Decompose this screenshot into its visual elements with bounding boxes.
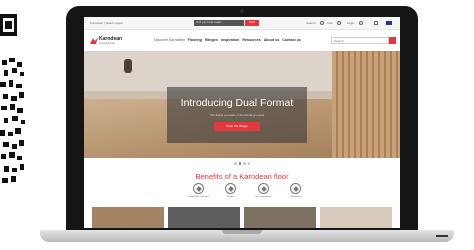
product-thumbnail[interactable] (92, 207, 164, 228)
shop-range-button[interactable]: Shop the Range (214, 122, 260, 131)
product-thumbnail[interactable] (244, 207, 316, 228)
carousel-dot[interactable] (234, 162, 237, 165)
country-flag-icon[interactable] (386, 21, 392, 25)
search-submit-button[interactable] (389, 37, 396, 44)
laptop-notch (222, 230, 262, 234)
carousel-dots (234, 162, 250, 165)
product-thumbnail[interactable] (320, 207, 392, 228)
benefit-label: Low maintenance (254, 196, 272, 198)
main-navigation: Karndean DesignFlooring Discover Karndea… (84, 30, 400, 51)
nav-item-inspiration[interactable]: Inspiration (221, 38, 239, 42)
search-link[interactable]: Search (306, 21, 316, 25)
hero-lamp (124, 59, 132, 73)
carousel-dot-active[interactable] (238, 162, 241, 165)
hero-banner: Introducing Dual Format Two things you w… (84, 51, 400, 158)
benefits-list: Comfortable underfoot Durable Low mainte… (187, 183, 307, 205)
nav-item-resources[interactable]: Resources (242, 38, 260, 42)
product-thumbnails (92, 207, 392, 228)
carousel-dot[interactable] (243, 162, 246, 165)
brand-logo-icon (90, 37, 98, 44)
hero-wood-slats (332, 51, 400, 158)
brand-tagline: DesignFlooring (99, 42, 116, 45)
nav-discover[interactable]: Discover Karndean (154, 38, 185, 42)
nav-item-flooring[interactable]: Flooring (188, 38, 202, 42)
benefit-comfort: Comfortable underfoot (187, 183, 209, 205)
hero-title: Introducing Dual Format (180, 97, 294, 109)
benefit-maintenance: Low maintenance (252, 183, 274, 205)
user-icon[interactable] (359, 21, 363, 25)
cart-link[interactable]: Cart (327, 21, 333, 25)
laptop-screen: Karndean | Select region Find your local… (84, 17, 400, 228)
comfort-icon (192, 183, 204, 194)
hero-subtitle: Two things you want, in the format you w… (209, 113, 265, 117)
basket-icon[interactable] (374, 21, 378, 25)
maintenance-icon (257, 183, 269, 194)
brand-logo[interactable]: Karndean DesignFlooring (90, 36, 124, 47)
retailer-search-input[interactable]: Find your local retailer (194, 20, 244, 26)
durable-icon (225, 183, 237, 194)
waterproof-icon (290, 183, 302, 194)
laptop-foot (436, 235, 448, 237)
benefit-label: Waterproof (290, 196, 302, 198)
utility-bar: Karndean | Select region Find your local… (84, 17, 400, 30)
find-button[interactable]: Find (245, 20, 259, 26)
nav-menu: Discover Karndean Flooring Ranges Inspir… (154, 38, 301, 42)
hero-text-panel: Introducing Dual Format Two things you w… (167, 87, 307, 143)
region-selector[interactable]: Karndean | Select region (90, 21, 123, 25)
qr-code-graphic (0, 14, 25, 183)
cart-icon[interactable] (337, 21, 341, 25)
login-link[interactable]: Login (347, 21, 354, 25)
search-input[interactable] (331, 37, 389, 44)
benefit-durable: Durable (220, 183, 242, 205)
carousel-dot[interactable] (247, 162, 250, 165)
search-icon[interactable] (320, 21, 324, 25)
nav-item-contact[interactable]: Contact us (282, 38, 301, 42)
benefit-label: Durable (226, 196, 235, 198)
qr-code (0, 0, 30, 190)
benefit-waterproof: Waterproof (285, 183, 307, 205)
product-thumbnail[interactable] (168, 207, 240, 228)
nav-item-about[interactable]: About us (264, 38, 280, 42)
benefits-heading: Benefits of a Karndean floor (195, 172, 289, 181)
webcam (240, 9, 244, 13)
benefit-label: Comfortable underfoot (187, 196, 209, 198)
nav-item-ranges[interactable]: Ranges (205, 38, 218, 42)
